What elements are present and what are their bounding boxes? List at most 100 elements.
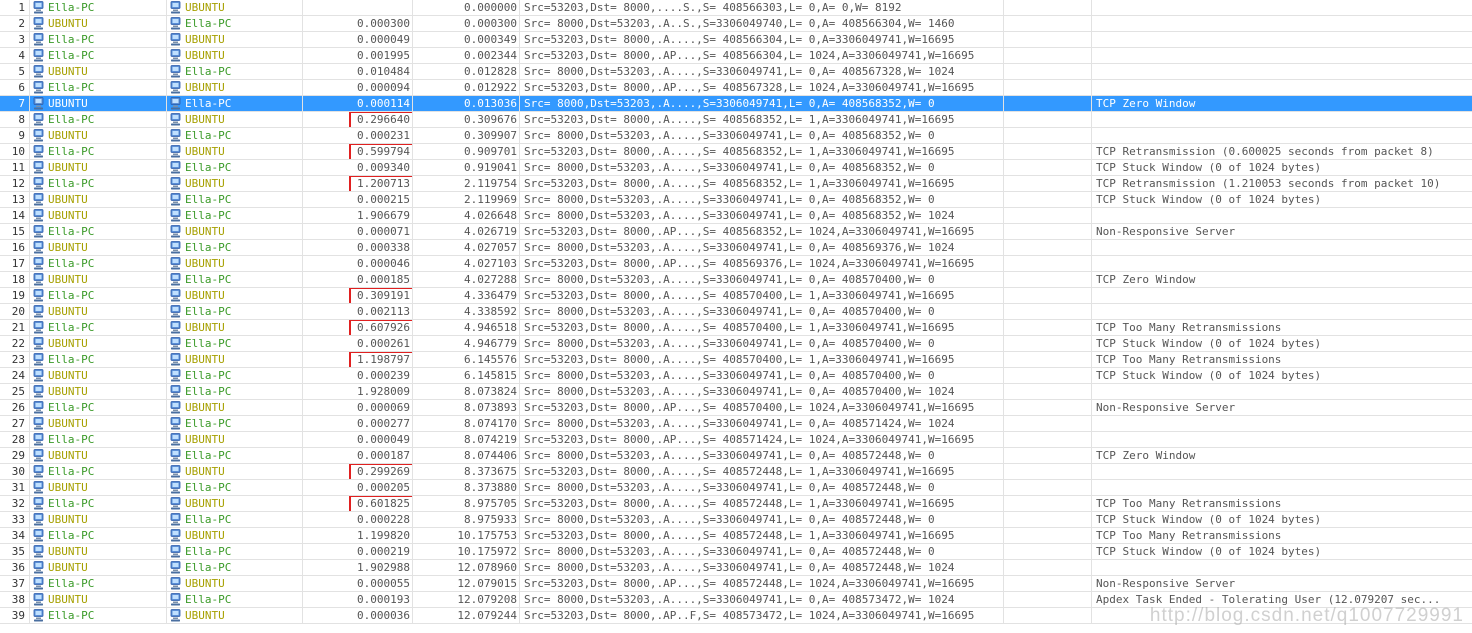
computer-host-icon xyxy=(33,209,44,222)
table-row[interactable]: 39 Ella-PC UBUNTU 0.000036 12.079244 Src=5320… xyxy=(0,608,1472,624)
source-cell: UBUNTU xyxy=(30,336,167,351)
table-row[interactable]: 23 Ella-PC UBUNTU 1.198797 6.145576 Src=53203… xyxy=(0,352,1472,368)
table-row[interactable]: 18 UBUNTU Ella-PC 0.000185 4.027288 Src= 8000… xyxy=(0,272,1472,288)
table-row[interactable]: 19 Ella-PC UBUNTU 0.309191 4.336479 Src=53203… xyxy=(0,288,1472,304)
computer-host-icon xyxy=(170,241,181,254)
computer-host-icon xyxy=(170,417,181,430)
destination-name: Ella-PC xyxy=(185,385,232,398)
destination-name: Ella-PC xyxy=(185,593,232,606)
table-row[interactable]: 10 Ella-PC UBUNTU 0.599794 0.909701 Src=53203… xyxy=(0,144,1472,160)
table-row[interactable]: 4 Ella-PC UBUNTU 0.001995 0.002344 Src=53203,… xyxy=(0,48,1472,64)
table-row[interactable]: 16 UBUNTU Ella-PC 0.000338 4.027057 Src= 8000… xyxy=(0,240,1472,256)
summary-cell: Src=53203,Dst= 8000,.A....,S= 408572448,… xyxy=(520,464,1004,479)
destination-cell: Ella-PC xyxy=(167,592,303,607)
destination-name: Ella-PC xyxy=(185,513,232,526)
time-offset-cell: 0.000300 xyxy=(413,16,520,31)
table-row[interactable]: 15 Ella-PC UBUNTU 0.000071 4.026719 Src=53203… xyxy=(0,224,1472,240)
table-row[interactable]: 7 UBUNTU Ella-PC 0.000114 0.013036 Src= 8000,… xyxy=(0,96,1472,112)
source-cell: UBUNTU xyxy=(30,208,167,223)
table-row[interactable]: 33 UBUNTU Ella-PC 0.000228 8.975933 Src= 8000… xyxy=(0,512,1472,528)
table-row[interactable]: 32 Ella-PC UBUNTU 0.601825 8.975705 Src=53203… xyxy=(0,496,1472,512)
summary-cell: Src=53203,Dst= 8000,.AP...,S= 408571424,… xyxy=(520,432,1004,447)
table-row[interactable]: 30 Ella-PC UBUNTU 0.299269 8.373675 Src=53203… xyxy=(0,464,1472,480)
summary-cell: Src= 8000,Dst=53203,.A....,S=3306049741,… xyxy=(520,560,1004,575)
delta-time-cell: 0.000046 xyxy=(303,256,413,271)
table-row[interactable]: 24 UBUNTU Ella-PC 0.000239 6.145815 Src= 8000… xyxy=(0,368,1472,384)
table-row[interactable]: 20 UBUNTU Ella-PC 0.002113 4.338592 Src= 8000… xyxy=(0,304,1472,320)
table-row[interactable]: 11 UBUNTU Ella-PC 0.009340 0.919041 Src= 8000… xyxy=(0,160,1472,176)
frame-number: 17 xyxy=(0,256,30,271)
table-row[interactable]: 26 Ella-PC UBUNTU 0.000069 8.073893 Src=53203… xyxy=(0,400,1472,416)
frame-number: 18 xyxy=(0,272,30,287)
time-offset-cell: 8.975705 xyxy=(413,496,520,511)
time-offset-cell: 0.012922 xyxy=(413,80,520,95)
delta-time-cell: 0.601825 xyxy=(303,496,413,511)
summary-cell: Src=53203,Dst= 8000,....S.,S= 408566303,… xyxy=(520,0,1004,15)
table-row[interactable]: 37 Ella-PC UBUNTU 0.000055 12.079015 Src=5320… xyxy=(0,576,1472,592)
delta-time-value: 0.002113 xyxy=(357,305,410,318)
empty-cell xyxy=(1004,368,1092,383)
delta-time-value: 0.000187 xyxy=(357,449,410,462)
delta-time-cell: 0.296640 xyxy=(303,112,413,127)
source-name: Ella-PC xyxy=(48,257,95,270)
source-name: Ella-PC xyxy=(48,225,95,238)
frame-number: 5 xyxy=(0,64,30,79)
table-row[interactable]: 12 Ella-PC UBUNTU 1.200713 2.119754 Src=53203… xyxy=(0,176,1472,192)
destination-cell: Ella-PC xyxy=(167,96,303,111)
table-row[interactable]: 36 UBUNTU Ella-PC 1.902988 12.078960 Src= 800… xyxy=(0,560,1472,576)
table-row[interactable]: 1 Ella-PC UBUNTU 0.000000 Src=53203,Dst= 800… xyxy=(0,0,1472,16)
empty-cell xyxy=(1004,112,1092,127)
table-row[interactable]: 8 Ella-PC UBUNTU 0.296640 0.309676 Src=53203,… xyxy=(0,112,1472,128)
table-row[interactable]: 27 UBUNTU Ella-PC 0.000277 8.074170 Src= 8000… xyxy=(0,416,1472,432)
time-offset-cell: 0.013036 xyxy=(413,96,520,111)
frame-number: 38 xyxy=(0,592,30,607)
time-offset-cell: 8.073893 xyxy=(413,400,520,415)
table-row[interactable]: 21 Ella-PC UBUNTU 0.607926 4.946518 Src=53203… xyxy=(0,320,1472,336)
table-row[interactable]: 29 UBUNTU Ella-PC 0.000187 8.074406 Src= 8000… xyxy=(0,448,1472,464)
table-row[interactable]: 3 Ella-PC UBUNTU 0.000049 0.000349 Src=53203,… xyxy=(0,32,1472,48)
frame-number: 37 xyxy=(0,576,30,591)
destination-cell: Ella-PC xyxy=(167,240,303,255)
empty-cell xyxy=(1004,480,1092,495)
table-row[interactable]: 35 UBUNTU Ella-PC 0.000219 10.175972 Src= 800… xyxy=(0,544,1472,560)
empty-cell xyxy=(1004,304,1092,319)
packet-list-grid[interactable]: 1 Ella-PC UBUNTU 0.000000 Src=53203,Dst= 800… xyxy=(0,0,1472,624)
table-row[interactable]: 31 UBUNTU Ella-PC 0.000205 8.373880 Src= 8000… xyxy=(0,480,1472,496)
delta-time-cell: 1.199820 xyxy=(303,528,413,543)
delta-time-cell: 0.000094 xyxy=(303,80,413,95)
delta-time-value: 0.000069 xyxy=(357,401,410,414)
destination-name: Ella-PC xyxy=(185,481,232,494)
time-offset-cell: 4.027057 xyxy=(413,240,520,255)
computer-host-icon xyxy=(170,593,181,606)
table-row[interactable]: 2 UBUNTU Ella-PC 0.000300 0.000300 Src= 8000,… xyxy=(0,16,1472,32)
frame-number: 32 xyxy=(0,496,30,511)
empty-cell xyxy=(1004,160,1092,175)
table-row[interactable]: 34 Ella-PC UBUNTU 1.199820 10.175753 Src=5320… xyxy=(0,528,1472,544)
computer-host-icon xyxy=(33,97,44,110)
table-row[interactable]: 9 UBUNTU Ella-PC 0.000231 0.309907 Src= 8000,… xyxy=(0,128,1472,144)
empty-cell xyxy=(1004,528,1092,543)
source-name: Ella-PC xyxy=(48,433,95,446)
destination-cell: Ella-PC xyxy=(167,544,303,559)
destination-cell: UBUNTU xyxy=(167,432,303,447)
table-row[interactable]: 25 UBUNTU Ella-PC 1.928009 8.073824 Src= 8000… xyxy=(0,384,1472,400)
delta-time-value: 1.198797 xyxy=(357,353,410,366)
table-row[interactable]: 6 Ella-PC UBUNTU 0.000094 0.012922 Src=53203,… xyxy=(0,80,1472,96)
source-name: Ella-PC xyxy=(48,49,95,62)
source-name: UBUNTU xyxy=(48,561,88,574)
computer-host-icon xyxy=(33,497,44,510)
table-row[interactable]: 13 UBUNTU Ella-PC 0.000215 2.119969 Src= 8000… xyxy=(0,192,1472,208)
summary-cell: Src= 8000,Dst=53203,.A....,S=3306049741,… xyxy=(520,448,1004,463)
table-row[interactable]: 38 UBUNTU Ella-PC 0.000193 12.079208 Src= 800… xyxy=(0,592,1472,608)
frame-number: 20 xyxy=(0,304,30,319)
table-row[interactable]: 5 UBUNTU Ella-PC 0.010484 0.012828 Src= 8000,… xyxy=(0,64,1472,80)
frame-number: 6 xyxy=(0,80,30,95)
summary-cell: Src= 8000,Dst=53203,.A..S.,S=3306049740,… xyxy=(520,16,1004,31)
table-row[interactable]: 22 UBUNTU Ella-PC 0.000261 4.946779 Src= 8000… xyxy=(0,336,1472,352)
table-row[interactable]: 14 UBUNTU Ella-PC 1.906679 4.026648 Src= 8000… xyxy=(0,208,1472,224)
table-row[interactable]: 28 Ella-PC UBUNTU 0.000049 8.074219 Src=53203… xyxy=(0,432,1472,448)
highlighted-delta: 0.607926 xyxy=(349,320,412,335)
table-row[interactable]: 17 Ella-PC UBUNTU 0.000046 4.027103 Src=53203… xyxy=(0,256,1472,272)
frame-number: 21 xyxy=(0,320,30,335)
delta-time-cell: 0.000338 xyxy=(303,240,413,255)
